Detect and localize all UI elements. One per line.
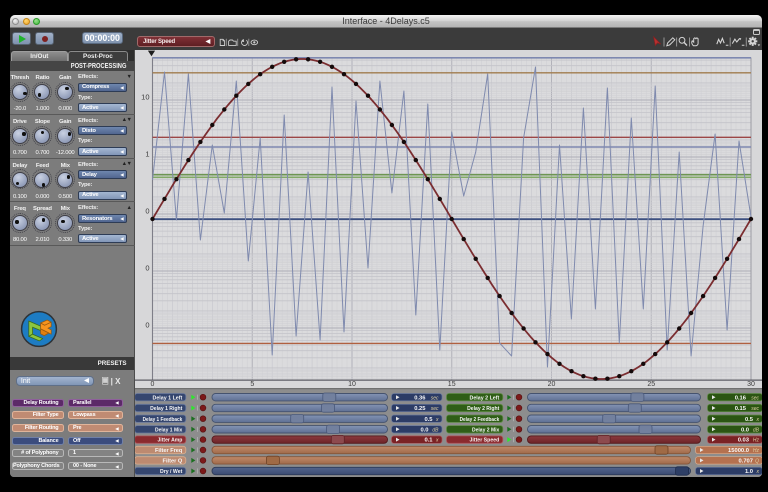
- svg-text:x: x: [755, 469, 759, 475]
- svg-text:0.25: 0.25: [414, 406, 426, 412]
- svg-text:0: 0: [145, 264, 149, 273]
- svg-text:Hz: Hz: [752, 438, 759, 444]
- svg-text:x: x: [435, 438, 439, 444]
- svg-text:x: x: [435, 417, 439, 423]
- svg-text:1: 1: [145, 150, 149, 159]
- svg-text:Delay 2 Left: Delay 2 Left: [469, 395, 499, 401]
- svg-text:sec: sec: [751, 406, 759, 412]
- svg-text:1.0: 1.0: [744, 469, 752, 475]
- svg-text:dB: dB: [752, 427, 759, 433]
- svg-text:0.0: 0.0: [740, 427, 748, 433]
- svg-text:Delay 1 Mix: Delay 1 Mix: [155, 427, 183, 433]
- svg-text:15: 15: [447, 381, 455, 388]
- svg-text:x: x: [755, 417, 759, 423]
- svg-text:25: 25: [647, 381, 655, 388]
- svg-text:0: 0: [150, 381, 154, 388]
- svg-text:20: 20: [547, 381, 555, 388]
- svg-text:sec: sec: [430, 395, 438, 401]
- svg-text:0.707: 0.707: [738, 459, 753, 465]
- svg-text:Jitter Amp: Jitter Amp: [157, 438, 182, 444]
- svg-text:Filter Freq: Filter Freq: [155, 448, 182, 454]
- svg-text:0.16: 0.16: [734, 395, 746, 401]
- svg-text:sec: sec: [430, 406, 438, 412]
- svg-text:0: 0: [145, 321, 149, 330]
- svg-text:Filter Q: Filter Q: [162, 459, 183, 465]
- svg-text:Hz: Hz: [752, 448, 759, 454]
- svg-text:Delay 2 Feedback: Delay 2 Feedback: [459, 417, 500, 423]
- svg-text:Delay 2 Right: Delay 2 Right: [467, 406, 499, 412]
- svg-text:0.03: 0.03: [737, 438, 749, 444]
- svg-text:dB: dB: [432, 427, 439, 433]
- svg-text:Delay 1 Right: Delay 1 Right: [150, 406, 182, 412]
- svg-text:5: 5: [250, 381, 254, 388]
- svg-text:Jitter Speed: Jitter Speed: [469, 438, 499, 444]
- svg-text:0.5: 0.5: [744, 417, 753, 423]
- svg-text:sec: sec: [751, 395, 759, 401]
- svg-text:10: 10: [141, 93, 149, 102]
- svg-text:15000.0: 15000.0: [728, 448, 749, 454]
- svg-text:0.15: 0.15: [734, 406, 746, 412]
- svg-text:0.5: 0.5: [424, 417, 433, 423]
- svg-text:Delay 2 Mix: Delay 2 Mix: [472, 427, 500, 433]
- svg-text:10: 10: [348, 381, 356, 388]
- svg-text:0.1: 0.1: [424, 438, 433, 444]
- svg-text:Delay 1 Feedback: Delay 1 Feedback: [142, 417, 183, 423]
- svg-text:0.0: 0.0: [420, 427, 428, 433]
- svg-text:Dry / Wet: Dry / Wet: [160, 469, 182, 475]
- svg-text:0.36: 0.36: [414, 395, 426, 401]
- svg-text:Delay 1 Left: Delay 1 Left: [152, 395, 182, 401]
- svg-text:30: 30: [747, 381, 755, 388]
- svg-text:Q: Q: [755, 459, 759, 465]
- svg-text:0: 0: [145, 207, 149, 216]
